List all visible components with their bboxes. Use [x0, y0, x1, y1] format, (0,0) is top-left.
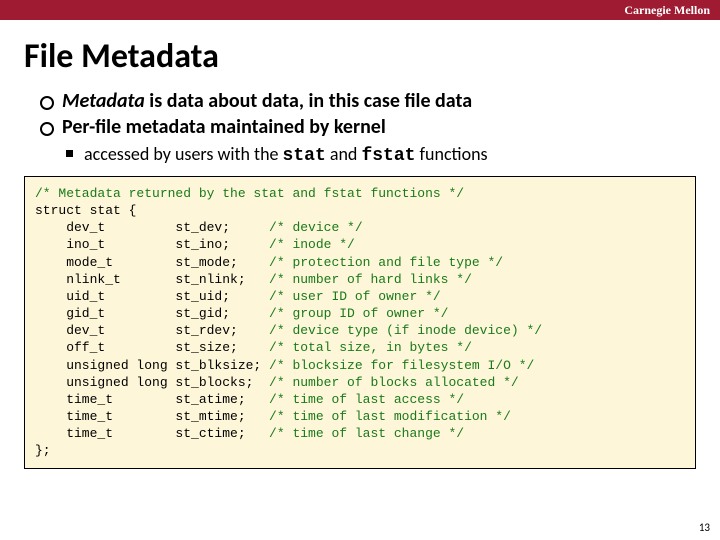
- bullet-list: Metadata is data about data, in this cas…: [40, 89, 696, 166]
- sub-mid: and: [326, 143, 362, 165]
- bullet-1-emph: Metadata: [62, 89, 145, 113]
- code-block: /* Metadata returned by the stat and fst…: [24, 176, 696, 469]
- code-fstat: fstat: [361, 146, 415, 166]
- slide: Carnegie Mellon File Metadata Metadata i…: [0, 0, 720, 540]
- bullet-1-rest: is data about data, in this case file da…: [145, 89, 472, 113]
- slide-body: Metadata is data about data, in this cas…: [0, 89, 720, 166]
- bullet-1: Metadata is data about data, in this cas…: [40, 89, 696, 113]
- sub-post: functions: [415, 143, 487, 165]
- sub-pre: accessed by users with the: [84, 143, 283, 165]
- brand-text: Carnegie Mellon: [624, 3, 710, 18]
- bullet-2: Per-file metadata maintained by kernel: [40, 115, 696, 139]
- topbar: Carnegie Mellon: [0, 0, 720, 20]
- page-number: 13: [699, 521, 710, 534]
- bullet-2-sub: accessed by users with the stat and fsta…: [66, 143, 696, 166]
- code-stat: stat: [283, 146, 326, 166]
- slide-title: File Metadata: [0, 20, 720, 87]
